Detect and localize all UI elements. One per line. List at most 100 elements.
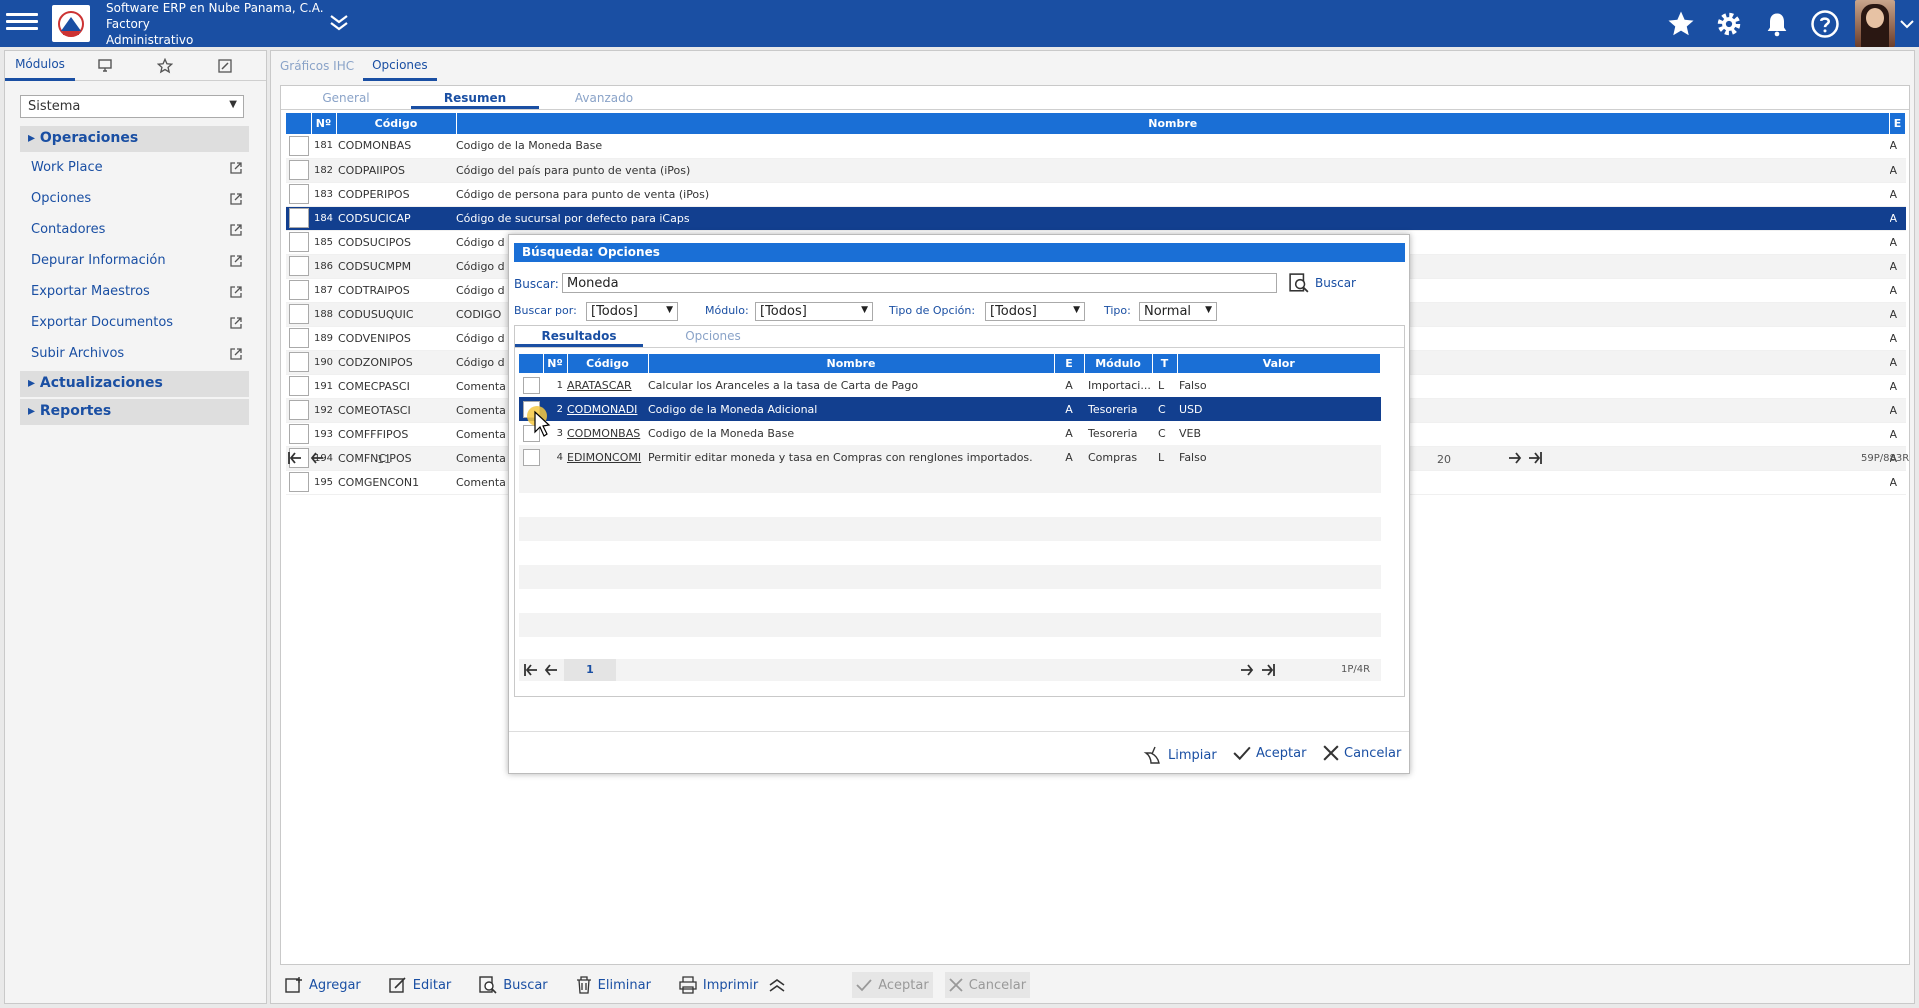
tab-opciones[interactable]: Opciones	[363, 51, 437, 81]
sidebar-item[interactable]: Exportar Documentos	[20, 307, 249, 338]
edit-button[interactable]: Editar	[385, 972, 456, 998]
column-header-name[interactable]: Nombre	[456, 113, 1890, 134]
row-checkbox[interactable]	[288, 472, 309, 492]
external-link-icon[interactable]	[229, 347, 243, 361]
tab-avanzado[interactable]: Avanzado	[539, 86, 669, 109]
bell-icon[interactable]	[1753, 0, 1801, 47]
next-page-icon[interactable]	[1239, 662, 1255, 681]
row-checkbox[interactable]	[288, 256, 309, 276]
prev-page-icon[interactable]	[543, 662, 559, 681]
table-row[interactable]: 183 CODPERIPOS Código de persona para punt…	[286, 182, 1906, 207]
group-actualizaciones[interactable]: ▸ Actualizaciones	[20, 371, 249, 397]
prev-page-icon[interactable]	[309, 450, 325, 469]
sidebar-item[interactable]: Work Place	[20, 152, 249, 183]
column-header-name[interactable]: Nombre	[648, 354, 1055, 373]
modulo-select[interactable]: [Todos] ▼	[755, 302, 873, 321]
table-row[interactable]: 184 CODSUCICAP Código de sucursal por defe…	[286, 206, 1906, 231]
chevron-down-icon[interactable]	[1895, 0, 1919, 47]
last-page-icon[interactable]	[1260, 662, 1276, 681]
help-icon[interactable]	[1801, 0, 1849, 47]
favorites-star-icon[interactable]	[135, 51, 195, 81]
column-header-num[interactable]: Nº	[543, 354, 568, 373]
sidebar-item[interactable]: Opciones	[20, 183, 249, 214]
column-header-value[interactable]: Valor	[1177, 354, 1381, 373]
table-row[interactable]: 1 ARATASCAR Calcular los Aranceles a la ta…	[519, 373, 1381, 397]
first-page-icon[interactable]	[523, 662, 539, 681]
row-checkbox[interactable]	[522, 448, 540, 466]
row-code-link[interactable]: EDIMONCOMI	[567, 451, 641, 464]
table-row[interactable]: 2 CODMONADI Codigo de la Moneda Adicional A…	[519, 397, 1381, 421]
print-button[interactable]: Imprimir	[675, 972, 790, 998]
menu-icon[interactable]	[6, 9, 38, 37]
tipo-select[interactable]: Normal ▼	[1139, 302, 1217, 321]
sidebar-item[interactable]: Contadores	[20, 214, 249, 245]
chevron-double-down-icon[interactable]	[326, 10, 352, 36]
star-icon[interactable]	[1657, 0, 1705, 47]
row-checkbox[interactable]	[288, 304, 309, 324]
table-row[interactable]: 3 CODMONBAS Codigo de la Moneda Base A Tesor…	[519, 421, 1381, 445]
row-checkbox[interactable]	[522, 376, 540, 394]
tab-opciones-dialog[interactable]: Opciones	[643, 326, 783, 347]
column-header-type[interactable]: T	[1152, 354, 1178, 373]
last-page-icon[interactable]	[1527, 450, 1543, 469]
page-link[interactable]: 20	[1437, 453, 1451, 466]
table-row[interactable]: 181 CODMONBAS Codigo de la Moneda Base A	[286, 134, 1906, 159]
row-checkbox[interactable]	[288, 280, 309, 300]
clear-button[interactable]: Limpiar	[1143, 745, 1217, 765]
row-checkbox[interactable]	[288, 160, 309, 180]
tab-resultados[interactable]: Resultados	[515, 326, 643, 347]
group-reportes[interactable]: ▸ Reportes	[20, 399, 249, 425]
column-header-e[interactable]: E	[1054, 354, 1085, 373]
select-all-column[interactable]	[286, 113, 312, 134]
table-row[interactable]: 182 CODPAIIPOS Código del país para punto …	[286, 158, 1906, 183]
edit-icon[interactable]	[195, 51, 255, 81]
module-select[interactable]: Sistema ▼	[20, 95, 244, 118]
external-link-icon[interactable]	[229, 254, 243, 268]
monitor-icon[interactable]	[75, 51, 135, 81]
column-header-num[interactable]: Nº	[311, 113, 337, 134]
row-checkbox[interactable]	[288, 328, 309, 348]
row-checkbox[interactable]	[288, 376, 309, 396]
select-all-column[interactable]	[519, 354, 544, 373]
page-link[interactable]: 11	[377, 453, 391, 466]
external-link-icon[interactable]	[229, 316, 243, 330]
delete-button[interactable]: Eliminar	[572, 972, 655, 998]
buscar-por-select[interactable]: [Todos] ▼	[586, 302, 678, 321]
column-header-code[interactable]: Código	[567, 354, 649, 373]
cancel-button-disabled[interactable]: Cancelar	[944, 972, 1031, 998]
external-link-icon[interactable]	[229, 223, 243, 237]
tab-modulos[interactable]: Módulos	[5, 51, 75, 81]
external-link-icon[interactable]	[229, 192, 243, 206]
avatar[interactable]	[1855, 0, 1895, 47]
row-code-link[interactable]: ARATASCAR	[567, 379, 632, 392]
row-checkbox[interactable]	[288, 232, 309, 252]
row-checkbox[interactable]	[288, 184, 309, 204]
row-checkbox[interactable]	[288, 135, 309, 156]
current-page[interactable]: 1	[564, 659, 616, 681]
search-button[interactable]: Buscar	[475, 972, 551, 998]
row-checkbox[interactable]	[288, 208, 309, 228]
next-page-icon[interactable]	[1507, 450, 1523, 469]
row-code-link[interactable]: CODMONBAS	[567, 427, 640, 440]
cancel-button[interactable]: Cancelar	[1323, 745, 1401, 761]
first-page-icon[interactable]	[287, 450, 303, 469]
tab-graficos-ihc[interactable]: Gráficos IHC	[271, 51, 363, 81]
row-checkbox[interactable]	[288, 424, 309, 444]
column-header-module[interactable]: Módulo	[1084, 354, 1153, 373]
tipo-opcion-select[interactable]: [Todos] ▼	[985, 302, 1085, 321]
column-header-e[interactable]: E	[1889, 113, 1906, 134]
gear-icon[interactable]	[1705, 0, 1753, 47]
external-link-icon[interactable]	[229, 285, 243, 299]
accept-button-disabled[interactable]: Aceptar	[852, 972, 933, 998]
sidebar-item[interactable]: Subir Archivos	[20, 338, 249, 369]
tab-resumen[interactable]: Resumen	[411, 86, 539, 109]
column-header-code[interactable]: Código	[336, 113, 457, 134]
sidebar-item[interactable]: Depurar Información	[20, 245, 249, 276]
accept-button[interactable]: Aceptar	[1233, 745, 1306, 761]
table-row[interactable]: 4 EDIMONCOMI Permitir editar moneda y tasa…	[519, 445, 1381, 469]
add-button[interactable]: Agregar	[281, 972, 365, 998]
search-input[interactable]: Moneda	[562, 273, 1277, 293]
external-link-icon[interactable]	[229, 161, 243, 175]
sidebar-item[interactable]: Exportar Maestros	[20, 276, 249, 307]
row-checkbox[interactable]	[288, 352, 309, 372]
